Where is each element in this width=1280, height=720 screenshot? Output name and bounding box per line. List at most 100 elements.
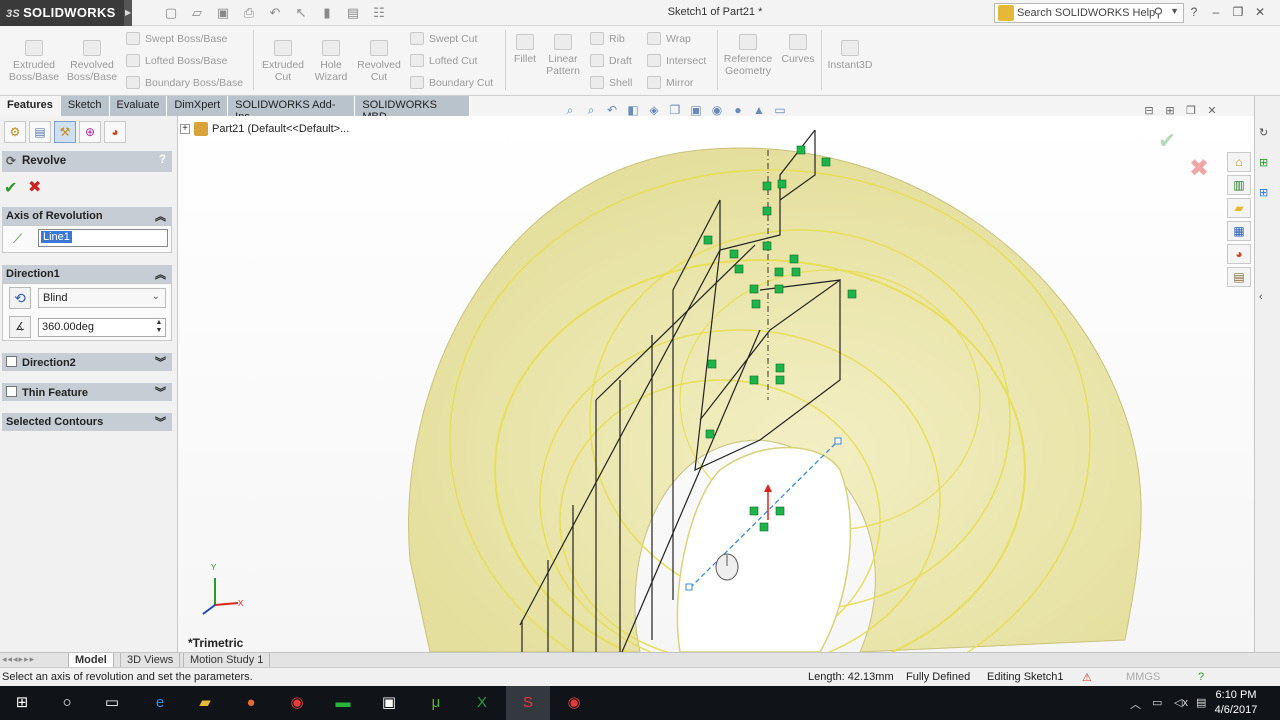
chevron-down-icon[interactable]: ▼ <box>1170 6 1179 16</box>
confirmation-ok-icon[interactable]: ✔ <box>1158 128 1176 154</box>
lofted-boss-button[interactable]: Lofted Boss/Base <box>126 54 227 67</box>
unit-system[interactable]: MMGS <box>1126 671 1160 683</box>
search-icon[interactable]: ⚲ <box>1153 5 1163 21</box>
restore-viewport-icon[interactable]: ❐ <box>1184 104 1198 118</box>
tab-3d-views[interactable]: 3D Views <box>120 653 181 667</box>
notifications-icon[interactable]: ▤ <box>1196 696 1206 709</box>
open-icon[interactable]: ▱ <box>186 4 208 22</box>
collapse-icon[interactable]: ︽ <box>155 266 166 282</box>
hide-show-items-icon[interactable]: ◉ <box>709 102 725 118</box>
firefox-icon[interactable]: ● <box>239 691 263 715</box>
tree-icon[interactable]: ⊞ <box>1259 156 1268 169</box>
tab-add-ins[interactable]: SOLIDWORKS Add-Ins <box>228 96 356 123</box>
recorder-icon[interactable]: ◉ <box>562 691 586 715</box>
display-style-icon[interactable]: ▣ <box>688 102 704 118</box>
direction2-group[interactable]: Direction2 ︾ <box>2 353 172 371</box>
previous-view-icon[interactable]: ↶ <box>604 102 620 118</box>
zoom-to-area-icon[interactable]: ⌕ <box>583 102 599 118</box>
instant3d-button[interactable]: Instant3D <box>824 40 876 71</box>
design-library-icon[interactable]: ▥ <box>1227 175 1251 195</box>
search-icon[interactable]: ○ <box>55 691 79 715</box>
selected-contours-group[interactable]: Selected Contours ︾ <box>2 413 172 431</box>
file-explorer-icon[interactable]: ▰ <box>1227 198 1251 218</box>
fillet-button[interactable]: Fillet <box>508 34 542 65</box>
revolved-boss-button[interactable]: Revolved Boss/Base <box>64 40 120 83</box>
apply-scene-icon[interactable]: ▲ <box>751 102 767 118</box>
custom-properties-icon[interactable]: ▤ <box>1227 267 1251 287</box>
volume-icon[interactable]: ◁x <box>1174 696 1188 709</box>
swept-cut-button[interactable]: Swept Cut <box>410 32 477 45</box>
network-icon[interactable]: ▭ <box>1152 696 1162 709</box>
close-icon[interactable]: ✕ <box>1252 4 1268 20</box>
tab-model[interactable]: Model <box>68 653 114 667</box>
solidworks-resources-icon[interactable]: ⌂ <box>1227 152 1251 172</box>
boundary-cut-button[interactable]: Boundary Cut <box>410 76 493 89</box>
edit-appearance-icon[interactable]: ● <box>730 102 746 118</box>
tab-scroll-arrows-icon[interactable]: ◂◂◂▸▸▸ <box>2 654 35 665</box>
restore-icon[interactable]: ❐ <box>1230 4 1246 20</box>
feature-tree-root[interactable]: + Part21 (Default<<Default>... <box>180 122 349 136</box>
cancel-button[interactable]: ✖ <box>28 177 41 197</box>
rib-button[interactable]: Rib <box>590 32 625 45</box>
property-manager-icon[interactable]: ▤ <box>29 121 51 143</box>
undo-icon[interactable]: ↶ <box>264 4 286 22</box>
mirror-button[interactable]: Mirror <box>647 76 693 89</box>
expand-icon[interactable]: ︾ <box>155 384 166 400</box>
tree-icon[interactable]: ⊞ <box>1259 186 1268 199</box>
tab-motion-study[interactable]: Motion Study 1 <box>183 653 271 667</box>
graphics-area[interactable] <box>178 116 1254 652</box>
excel-icon[interactable]: X <box>470 691 494 715</box>
tray-overflow-icon[interactable]: ︿ <box>1130 696 1141 712</box>
end-condition-select[interactable]: Blind ⌄ <box>38 288 166 308</box>
view-settings-icon[interactable]: ▭ <box>772 102 788 118</box>
feature-manager-icon[interactable]: ⚙ <box>4 121 26 143</box>
tile-view-icon[interactable]: ⊞ <box>1163 104 1177 118</box>
chrome-icon[interactable]: ◉ <box>285 691 309 715</box>
axis-of-revolution-group[interactable]: Axis of Revolution ︽ <box>2 207 172 225</box>
help-icon[interactable]: ? <box>1186 4 1202 20</box>
swept-boss-button[interactable]: Swept Boss/Base <box>126 32 227 45</box>
tab-dimxpert[interactable]: DimXpert <box>167 96 229 116</box>
print-icon[interactable]: ⎙ <box>238 4 260 22</box>
line-app-icon[interactable]: ▬ <box>331 691 355 715</box>
file-explorer-icon[interactable]: ▰ <box>193 691 217 715</box>
store-icon[interactable]: ▣ <box>377 691 401 715</box>
edge-browser-icon[interactable]: e <box>148 691 172 715</box>
select-icon[interactable]: ↖ <box>290 4 312 22</box>
shell-button[interactable]: Shell <box>590 76 632 89</box>
view-orientation-icon[interactable]: ❒ <box>667 102 683 118</box>
task-view-icon[interactable]: ▭ <box>100 691 124 715</box>
collapse-icon[interactable]: ︽ <box>155 208 166 224</box>
reference-geometry-button[interactable]: Reference Geometry <box>720 34 776 77</box>
display-manager-icon[interactable]: ◕ <box>104 121 126 143</box>
dimxpert-manager-icon[interactable]: ⊕ <box>79 121 101 143</box>
intersect-button[interactable]: Intersect <box>647 54 706 67</box>
expand-icon[interactable]: ︾ <box>155 354 166 370</box>
close-viewport-icon[interactable]: ✕ <box>1205 104 1219 118</box>
boundary-boss-button[interactable]: Boundary Boss/Base <box>126 76 243 89</box>
utorrent-icon[interactable]: μ <box>424 691 448 715</box>
direction2-checkbox[interactable] <box>6 356 17 367</box>
expand-icon[interactable]: ︾ <box>155 414 166 430</box>
collapse-panel-icon[interactable]: ‹ <box>1259 291 1263 303</box>
tab-features[interactable]: Features <box>0 96 61 116</box>
wrap-button[interactable]: Wrap <box>647 32 691 45</box>
logo-menu-arrow-icon[interactable]: ▶ <box>124 0 132 26</box>
extruded-boss-button[interactable]: Extruded Boss/Base <box>6 40 62 83</box>
search-help-input[interactable]: Search SOLIDWORKS Help ⚲ ▼ <box>994 3 1184 23</box>
tab-evaluate[interactable]: Evaluate <box>109 96 168 116</box>
configuration-manager-icon[interactable]: ⚒ <box>54 121 76 143</box>
hole-wizard-button[interactable]: Hole Wizard <box>308 40 354 83</box>
draft-button[interactable]: Draft <box>590 54 632 67</box>
rebuild-status-icon[interactable]: ⚠ <box>1082 671 1092 684</box>
revolved-cut-button[interactable]: Revolved Cut <box>354 40 404 83</box>
extruded-cut-button[interactable]: Extruded Cut <box>258 40 308 83</box>
windows-start-icon[interactable]: ⊞ <box>10 691 34 715</box>
ok-button[interactable]: ✔ <box>4 178 17 198</box>
rebuild-icon[interactable]: ▮ <box>316 4 338 22</box>
new-document-icon[interactable]: ▢ <box>160 4 182 22</box>
refresh-icon[interactable]: ↻ <box>1259 126 1268 139</box>
spin-arrows-icon[interactable]: ▲ ▼ <box>154 319 164 335</box>
tab-sketch[interactable]: Sketch <box>60 96 110 116</box>
linear-pattern-button[interactable]: Linear Pattern <box>542 34 584 77</box>
